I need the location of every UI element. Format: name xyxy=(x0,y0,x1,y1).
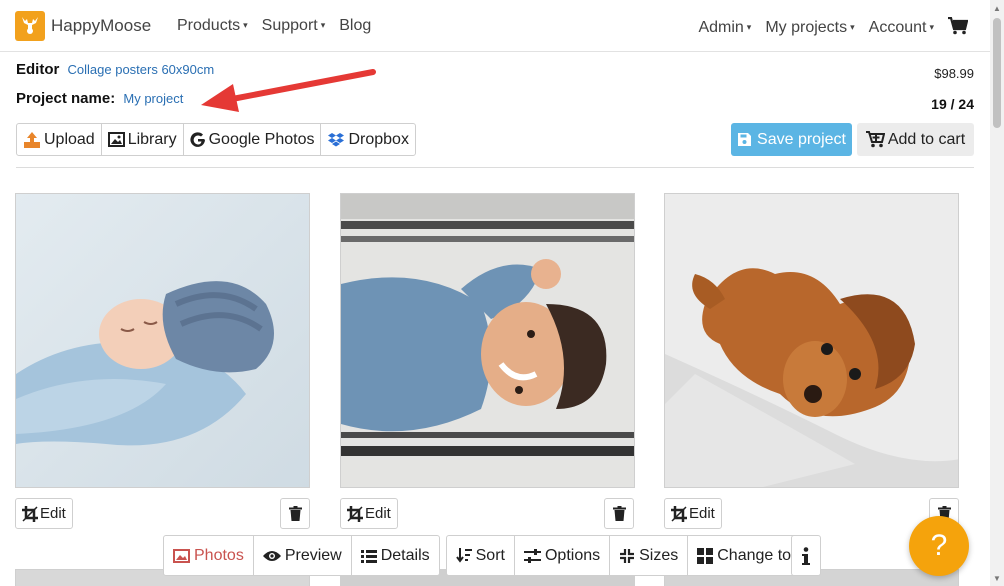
google-photos-label: Google Photos xyxy=(208,130,315,148)
brand[interactable]: HappyMoose xyxy=(15,11,151,41)
sort-label: Sort xyxy=(475,546,505,564)
tab-label: Details xyxy=(380,546,430,564)
nav-my-projects[interactable]: My projects ▾ xyxy=(765,19,854,37)
delete-photo-button[interactable] xyxy=(280,498,310,529)
nav-blog[interactable]: Blog xyxy=(339,17,371,35)
nav-left: Products ▾ Support ▾ Blog xyxy=(177,17,385,35)
photo-image xyxy=(16,194,309,487)
nav-support[interactable]: Support ▾ xyxy=(262,17,326,35)
list-icon xyxy=(360,549,377,563)
edit-photo-button[interactable]: Edit xyxy=(15,498,73,529)
crop-icon xyxy=(671,505,687,522)
sliders-icon xyxy=(523,548,541,563)
edit-label: Edit xyxy=(365,505,391,522)
scroll-up-icon[interactable]: ▲ xyxy=(993,4,1001,13)
sizes-label: Sizes xyxy=(639,546,679,564)
save-project-label: Save project xyxy=(757,130,846,148)
crop-icon xyxy=(22,505,38,522)
nav-admin[interactable]: Admin ▾ xyxy=(698,19,751,37)
crop-icon xyxy=(347,505,363,522)
cart-plus-icon xyxy=(865,131,885,148)
options-label: Options xyxy=(544,546,601,564)
nav-account[interactable]: Account ▾ xyxy=(869,19,934,37)
editor-line: Editor Collage posters 60x90cm xyxy=(16,61,214,78)
grid-icon xyxy=(697,547,714,564)
edit-photo-button[interactable]: Edit xyxy=(664,498,722,529)
google-icon xyxy=(190,131,205,147)
library-button[interactable]: Library xyxy=(100,123,184,156)
tab-details[interactable]: Details xyxy=(350,535,440,576)
add-to-cart-button[interactable]: Add to cart xyxy=(857,123,974,156)
sizes-button[interactable]: Sizes xyxy=(609,535,689,576)
upload-label: Upload xyxy=(44,130,95,148)
scroll-down-icon[interactable]: ▼ xyxy=(993,574,1001,583)
tab-preview[interactable]: Preview xyxy=(252,535,352,576)
floppy-disk-icon xyxy=(738,133,752,146)
upload-button[interactable]: Upload xyxy=(16,123,102,156)
photo-card-puppy[interactable] xyxy=(664,193,959,488)
caret-down-icon: ▾ xyxy=(243,20,248,30)
compress-icon xyxy=(620,548,635,563)
photo-card-toddler[interactable] xyxy=(340,193,635,488)
moose-logo-icon xyxy=(15,11,45,41)
photo-count: 19 / 24 xyxy=(931,96,974,112)
photo-card-baby[interactable] xyxy=(15,193,310,488)
bottom-toolbar: Photos Preview Details Sort Options Size… xyxy=(163,535,802,576)
photo-image xyxy=(341,194,634,487)
annotation-arrow-icon xyxy=(201,69,376,112)
divider xyxy=(16,167,974,168)
change-to-button[interactable]: Change to xyxy=(687,535,802,576)
tab-photos[interactable]: Photos xyxy=(163,535,254,576)
caret-down-icon: ▾ xyxy=(746,22,752,32)
project-name-link[interactable]: My project xyxy=(123,91,183,106)
project-price: $98.99 xyxy=(934,66,974,81)
shopping-cart-icon[interactable] xyxy=(948,16,969,39)
help-label: ? xyxy=(930,529,948,562)
caret-down-icon: ▾ xyxy=(850,22,855,32)
edit-label: Edit xyxy=(689,505,715,522)
tab-label: Preview xyxy=(284,546,342,564)
caret-down-icon: ▾ xyxy=(929,22,934,32)
nav-right: Admin ▾ My projects ▾ Account ▾ xyxy=(698,16,969,39)
sort-icon xyxy=(455,548,472,563)
dropbox-label: Dropbox xyxy=(348,130,409,148)
edit-photo-button[interactable]: Edit xyxy=(340,498,398,529)
scrollbar-thumb[interactable] xyxy=(993,18,1001,128)
trash-icon xyxy=(612,506,626,521)
eye-icon xyxy=(262,550,281,561)
image-icon xyxy=(107,132,125,147)
upload-icon xyxy=(24,131,40,148)
sort-button[interactable]: Sort xyxy=(445,535,515,576)
options-button[interactable]: Options xyxy=(513,535,611,576)
google-photos-button[interactable]: Google Photos xyxy=(182,123,322,156)
editor-label: Editor xyxy=(16,61,60,78)
library-label: Library xyxy=(127,130,177,148)
nav-products[interactable]: Products ▾ xyxy=(177,17,248,35)
save-project-button[interactable]: Save project xyxy=(731,123,852,156)
dropbox-button[interactable]: Dropbox xyxy=(320,123,416,156)
caret-down-icon: ▾ xyxy=(320,20,326,30)
change-to-label: Change to xyxy=(717,546,792,564)
delete-photo-button[interactable] xyxy=(604,498,634,529)
tab-label: Photos xyxy=(194,546,244,564)
project-line: Project name: My project xyxy=(16,90,183,107)
photo-source-group: Upload Library Google Photos Dropbox xyxy=(16,123,416,156)
trash-icon xyxy=(288,506,302,521)
edit-label: Edit xyxy=(40,505,66,522)
info-icon xyxy=(802,546,810,565)
brand-name: HappyMoose xyxy=(51,16,152,35)
photo-image xyxy=(665,194,958,487)
add-to-cart-label: Add to cart xyxy=(887,130,966,148)
top-navbar: HappyMoose Products ▾ Support ▾ Blog Admin… xyxy=(0,0,990,52)
image-icon xyxy=(173,548,190,563)
project-name-label: Project name: xyxy=(16,90,116,107)
info-button[interactable] xyxy=(791,535,821,576)
help-chat-button[interactable]: ? xyxy=(909,516,969,576)
dropbox-icon xyxy=(328,132,345,146)
product-link[interactable]: Collage posters 60x90cm xyxy=(68,62,215,77)
